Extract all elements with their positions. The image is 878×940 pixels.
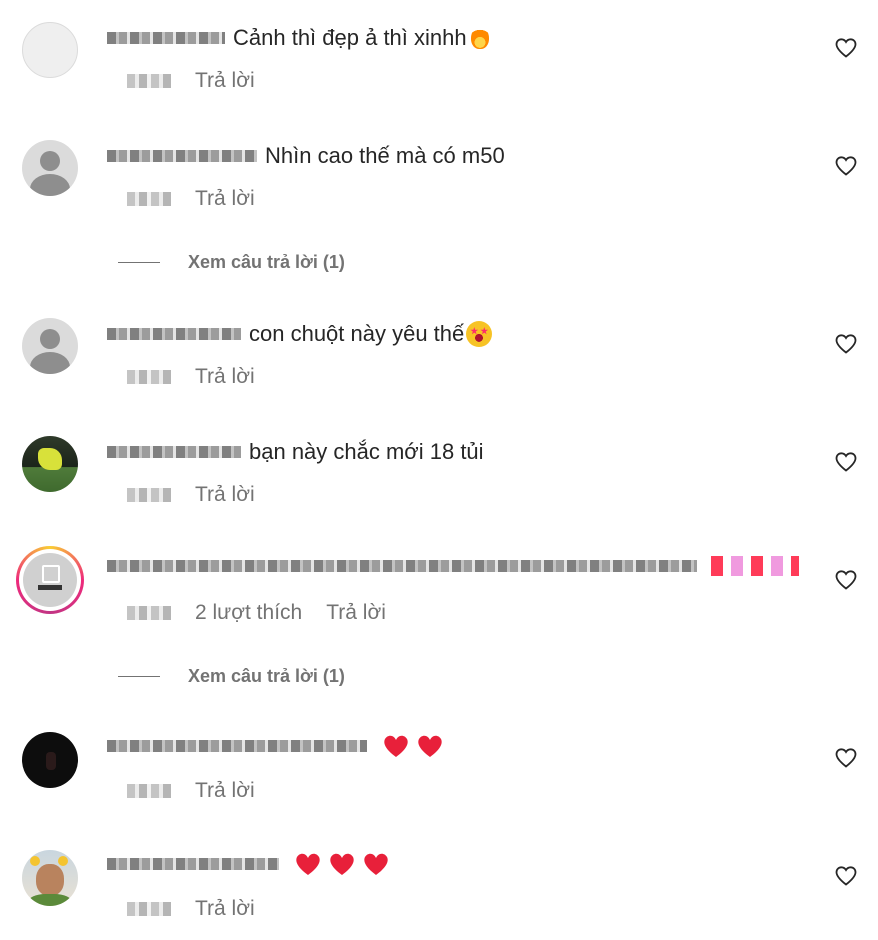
- view-replies-button[interactable]: Xem câu trả lời (1): [118, 666, 345, 687]
- user-silhouette-icon: [40, 329, 60, 349]
- like-heart-icon[interactable]: [834, 568, 858, 592]
- red-heart-emoji-icon: [295, 852, 321, 876]
- comment-text: bạn này chắc mới 18 tủi: [249, 439, 484, 464]
- view-replies-label: Xem câu trả lời (1): [188, 252, 345, 272]
- comment-text: con chuột này yêu thế: [249, 321, 465, 346]
- avatar[interactable]: [22, 140, 78, 196]
- reply-button[interactable]: Trả lời: [195, 778, 255, 804]
- reply-button[interactable]: Trả lời: [195, 68, 255, 94]
- divider: [118, 262, 160, 263]
- comment-text-line: con chuột này yêu thế: [107, 320, 493, 348]
- comment-text-line: bạn này chắc mới 18 tủi: [107, 438, 484, 466]
- reply-button[interactable]: Trả lời: [195, 896, 255, 922]
- username-redacted[interactable]: [107, 858, 279, 870]
- profile-image: [46, 752, 56, 770]
- like-heart-icon[interactable]: [834, 450, 858, 474]
- fire-emoji-icon: [470, 27, 489, 49]
- view-replies-button[interactable]: Xem câu trả lời (1): [118, 252, 345, 273]
- comment-meta: Trả lời: [127, 186, 255, 212]
- likes-count[interactable]: 2 lượt thích: [195, 600, 302, 626]
- red-heart-emoji-icon: [383, 734, 409, 758]
- username-redacted[interactable]: [107, 150, 257, 162]
- avatar[interactable]: [22, 850, 78, 906]
- timestamp-redacted: [127, 606, 171, 620]
- like-heart-icon[interactable]: [834, 332, 858, 356]
- comment-meta: Trả lời: [127, 778, 255, 804]
- profile-image: [38, 448, 62, 470]
- reply-button[interactable]: Trả lời: [195, 482, 255, 508]
- username-redacted[interactable]: [107, 32, 225, 44]
- comment-text-line: [107, 734, 443, 758]
- like-heart-icon[interactable]: [834, 864, 858, 888]
- username-redacted[interactable]: [107, 560, 697, 572]
- username-redacted[interactable]: [107, 740, 367, 752]
- red-heart-emoji-icon: [363, 852, 389, 876]
- avatar[interactable]: [22, 436, 78, 492]
- comment-text: Cảnh thì đẹp ả thì xinhh: [233, 25, 467, 50]
- user-silhouette-icon: [40, 151, 60, 171]
- timestamp-redacted: [127, 784, 171, 798]
- comment-meta: Trả lời: [127, 896, 255, 922]
- profile-image: [36, 864, 64, 896]
- like-heart-icon[interactable]: [834, 746, 858, 770]
- reply-button[interactable]: Trả lời: [195, 186, 255, 212]
- like-heart-icon[interactable]: [834, 154, 858, 178]
- view-replies-label: Xem câu trả lời (1): [188, 666, 345, 686]
- timestamp-redacted: [127, 74, 171, 88]
- logo-icon: [42, 565, 60, 583]
- comment-text-line: Cảnh thì đẹp ả thì xinhh: [107, 24, 489, 52]
- avatar[interactable]: [22, 318, 78, 374]
- like-heart-icon[interactable]: [834, 36, 858, 60]
- username-redacted[interactable]: [107, 446, 241, 458]
- reply-button[interactable]: Trả lời: [195, 364, 255, 390]
- reply-button[interactable]: Trả lời: [326, 600, 386, 626]
- comment-text-line: [107, 556, 799, 576]
- avatar[interactable]: [22, 22, 78, 78]
- avatar-story-ring[interactable]: [16, 546, 84, 614]
- comment-text-line: Nhìn cao thế mà có m50: [107, 142, 505, 170]
- emoji-redacted: [711, 556, 799, 576]
- divider: [118, 676, 160, 677]
- timestamp-redacted: [127, 192, 171, 206]
- comment-meta: 2 lượt thích Trả lời: [127, 600, 386, 626]
- comment-text: Nhìn cao thế mà có m50: [265, 143, 505, 168]
- star-struck-emoji-icon: [466, 321, 493, 347]
- username-redacted[interactable]: [107, 328, 241, 340]
- comment-meta: Trả lời: [127, 68, 255, 94]
- comment-meta: Trả lời: [127, 364, 255, 390]
- red-heart-emoji-icon: [329, 852, 355, 876]
- comment-meta: Trả lời: [127, 482, 255, 508]
- timestamp-redacted: [127, 370, 171, 384]
- timestamp-redacted: [127, 488, 171, 502]
- comment-text-line: [107, 852, 389, 876]
- timestamp-redacted: [127, 902, 171, 916]
- red-heart-emoji-icon: [417, 734, 443, 758]
- profile-image: [23, 553, 77, 607]
- avatar[interactable]: [22, 732, 78, 788]
